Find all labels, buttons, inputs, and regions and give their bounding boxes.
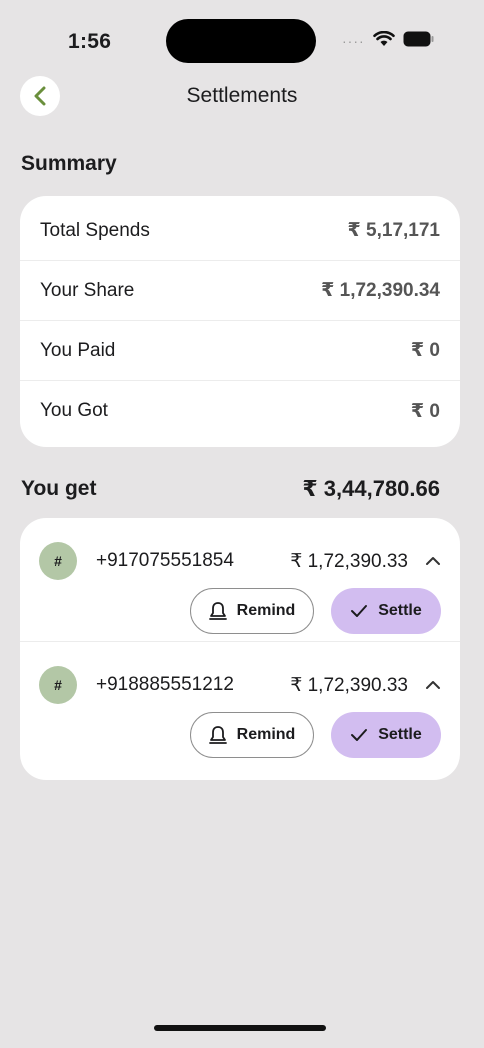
settle-button[interactable]: Settle bbox=[331, 588, 441, 634]
remind-button[interactable]: Remind bbox=[190, 712, 314, 758]
summary-value: ₹ 1,72,390.34 bbox=[321, 280, 440, 301]
you-get-heading: You get bbox=[21, 477, 97, 500]
settlements-card: # +917075551854 ₹ 1,72,390.33 Remind Set… bbox=[20, 518, 460, 780]
summary-label: You Got bbox=[40, 400, 108, 421]
person-phone: +917075551854 bbox=[96, 550, 234, 571]
page-title: Settlements bbox=[186, 84, 298, 107]
settlement-item: # +917075551854 ₹ 1,72,390.33 Remind Set… bbox=[20, 518, 460, 642]
person-amount: ₹ 1,72,390.33 bbox=[290, 551, 408, 572]
person-phone: +918885551212 bbox=[96, 674, 234, 695]
remind-label: Remind bbox=[236, 602, 296, 619]
summary-value: ₹ 0 bbox=[410, 340, 440, 361]
bell-icon bbox=[208, 726, 227, 744]
you-get-total: ₹ 3,44,780.66 bbox=[302, 476, 440, 501]
dynamic-island bbox=[166, 19, 316, 63]
wifi-icon bbox=[372, 31, 395, 46]
avatar: # bbox=[39, 542, 77, 580]
status-icons: ···· bbox=[342, 30, 435, 48]
summary-row-your-share: Your Share ₹ 1,72,390.34 bbox=[20, 261, 460, 321]
settle-button[interactable]: Settle bbox=[331, 712, 441, 758]
summary-row-total-spends: Total Spends ₹ 5,17,171 bbox=[20, 196, 460, 261]
remind-label: Remind bbox=[236, 726, 296, 743]
summary-row-you-paid: You Paid ₹ 0 bbox=[20, 321, 460, 381]
home-indicator bbox=[154, 1025, 326, 1031]
settle-label: Settle bbox=[378, 602, 422, 619]
chevron-up-icon[interactable] bbox=[424, 554, 442, 568]
settlement-item: # +918885551212 ₹ 1,72,390.33 Remind Set… bbox=[20, 642, 460, 766]
check-icon bbox=[351, 605, 368, 617]
status-time: 1:56 bbox=[68, 30, 112, 53]
summary-card: Total Spends ₹ 5,17,171 Your Share ₹ 1,7… bbox=[20, 196, 460, 447]
summary-heading: Summary bbox=[21, 152, 117, 175]
chevron-up-icon[interactable] bbox=[424, 678, 442, 692]
avatar: # bbox=[39, 666, 77, 704]
check-icon bbox=[351, 729, 368, 741]
summary-row-you-got: You Got ₹ 0 bbox=[20, 381, 460, 441]
person-amount: ₹ 1,72,390.33 bbox=[290, 675, 408, 696]
summary-value: ₹ 0 bbox=[410, 400, 440, 422]
signal-dots-icon: ···· bbox=[342, 33, 365, 49]
battery-icon bbox=[403, 31, 434, 47]
you-get-header: You get ₹ 3,44,780.66 bbox=[21, 476, 440, 502]
summary-value: ₹ 5,17,171 bbox=[347, 220, 440, 241]
remind-button[interactable]: Remind bbox=[190, 588, 314, 634]
nav-bar: Settlements bbox=[0, 76, 484, 116]
settle-label: Settle bbox=[378, 726, 422, 743]
bell-icon bbox=[208, 602, 227, 620]
summary-label: Total Spends bbox=[40, 219, 150, 241]
summary-label: Your Share bbox=[40, 279, 135, 301]
summary-label: You Paid bbox=[40, 339, 116, 361]
status-bar: 1:56 ···· bbox=[0, 0, 484, 80]
